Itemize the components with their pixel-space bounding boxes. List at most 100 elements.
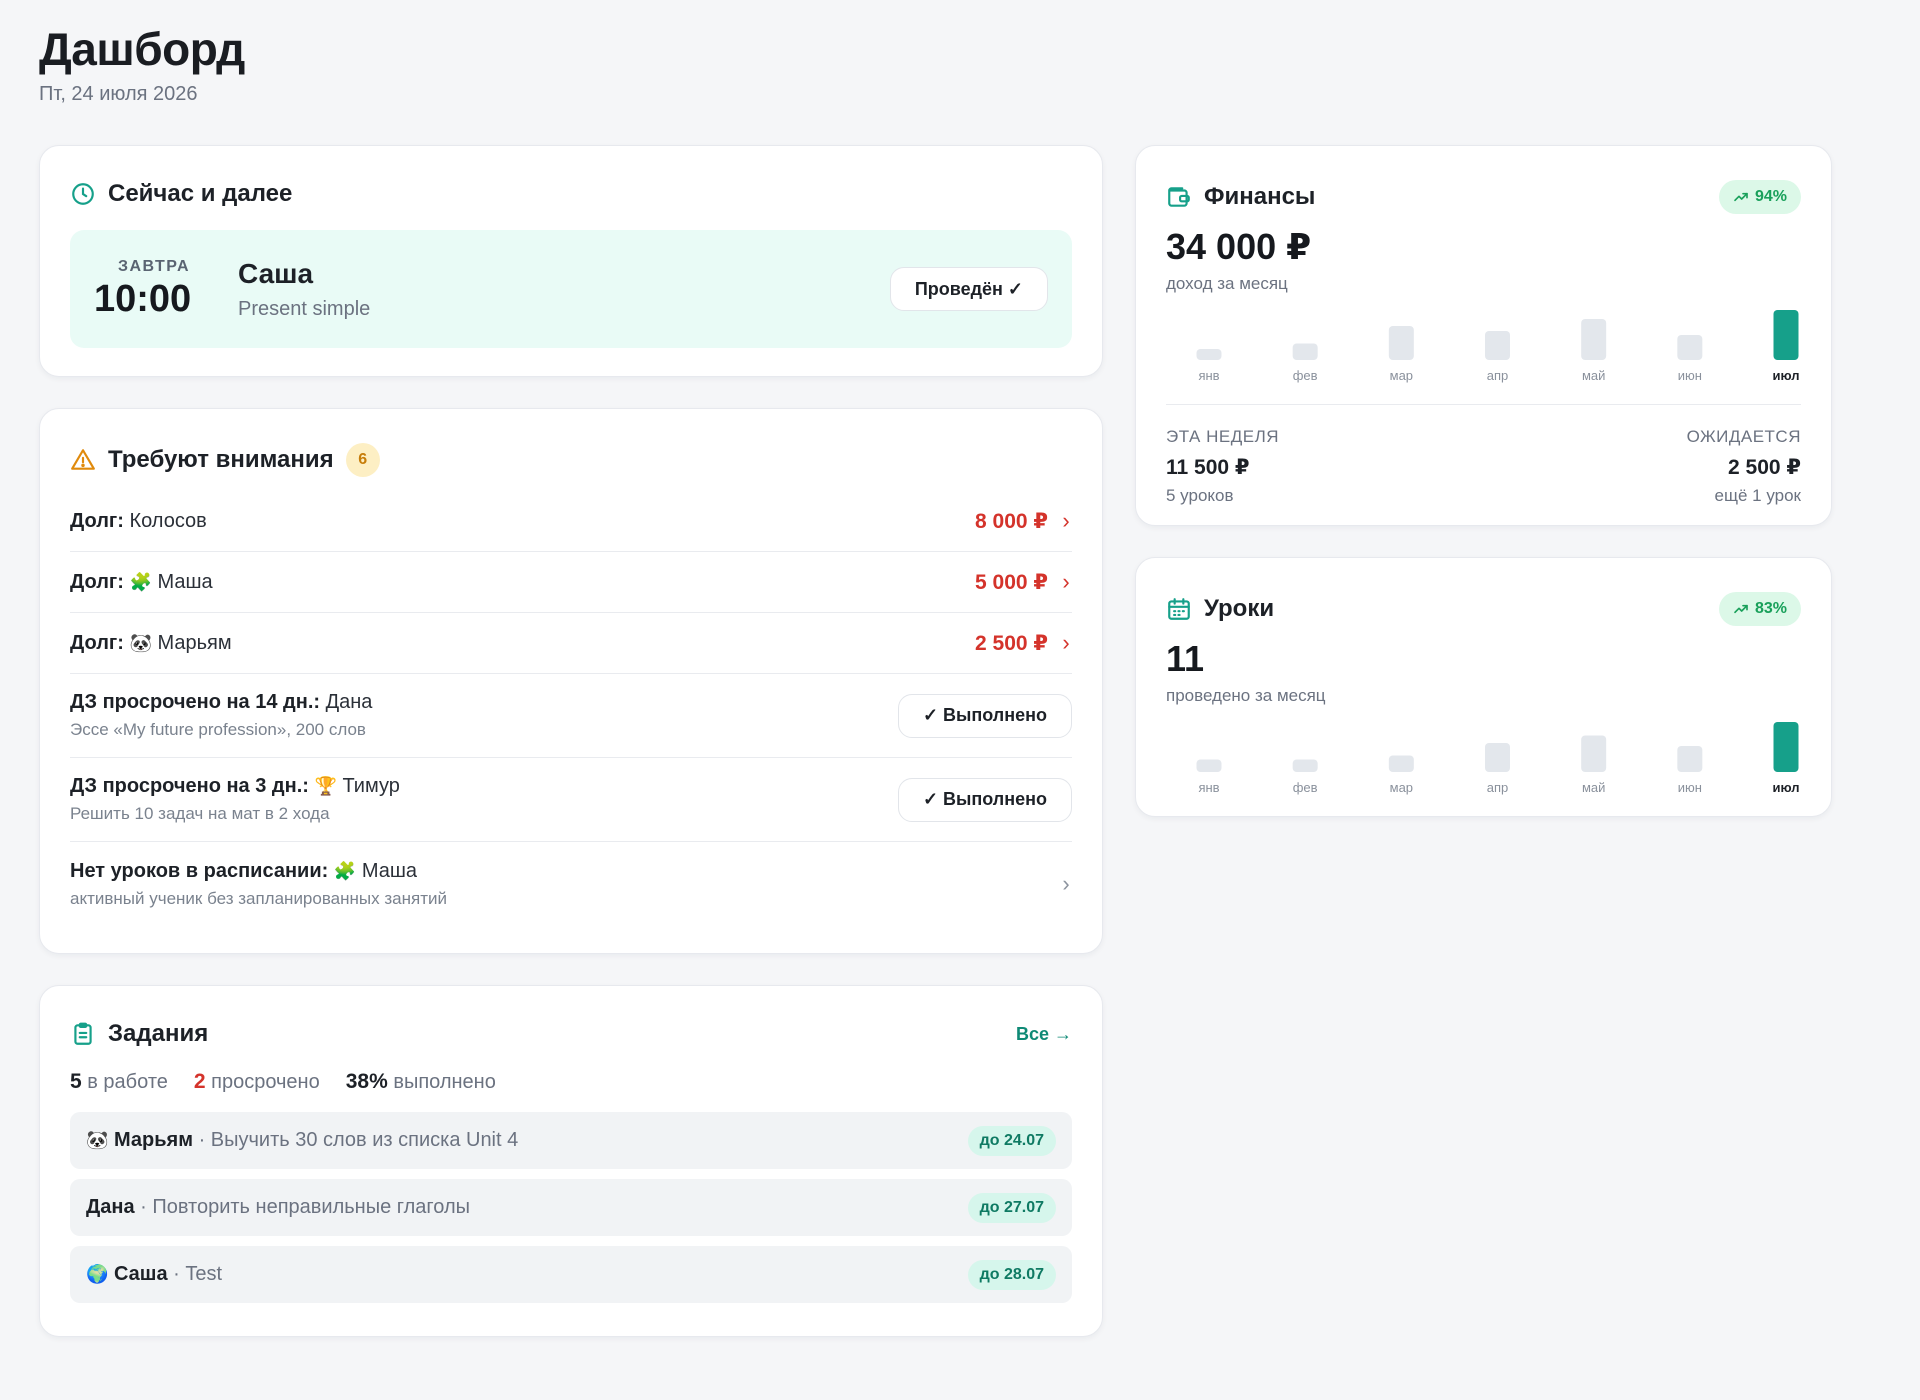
clipboard-icon bbox=[70, 1021, 96, 1047]
task-stat-completed: 38% выполнено bbox=[346, 1070, 496, 1094]
attention-card-title: Требуют внимания bbox=[108, 446, 334, 473]
finance-tick-label: май bbox=[1582, 368, 1605, 383]
attention-item-name: Марьям bbox=[157, 631, 232, 654]
task-student: Марьям bbox=[113, 1129, 193, 1151]
attention-card: Требуют внимания 6 Долг: Колосов 8 000 ₽… bbox=[39, 408, 1103, 954]
finance-card-title: Финансы bbox=[1204, 183, 1316, 210]
lessons-trend-badge: 83% bbox=[1718, 592, 1801, 626]
task-item[interactable]: 🐼 Марьям · Выучить 30 слов из списка Uni… bbox=[70, 1112, 1072, 1169]
task-due-badge: до 28.07 bbox=[967, 1259, 1056, 1290]
finance-bar-янв bbox=[1196, 349, 1222, 360]
attention-count-badge: 6 bbox=[345, 443, 380, 477]
chevron-right-icon[interactable]: › bbox=[1060, 871, 1072, 897]
page-header: Дашборд Пт, 24 июля 2026 bbox=[39, 24, 245, 106]
finance-bar-chart: янв фев мар апр май июн июл bbox=[1196, 310, 1800, 383]
task-description: · Test bbox=[173, 1263, 223, 1285]
finance-bar-фев bbox=[1292, 343, 1318, 360]
now-card-title: Сейчас и далее bbox=[108, 180, 293, 207]
trending-up-icon bbox=[1733, 189, 1749, 205]
finance-sub: доход за месяц bbox=[1166, 274, 1288, 293]
lessons-bar-июн bbox=[1677, 746, 1703, 772]
finance-value: 34 000 ₽ bbox=[1166, 226, 1312, 267]
task-item[interactable]: Дана · Повторить неправильные глаголы до… bbox=[70, 1179, 1072, 1236]
chevron-right-icon[interactable]: › bbox=[1060, 569, 1072, 595]
attention-item-label: Нет уроков в расписании: bbox=[70, 859, 329, 882]
tasks-all-link[interactable]: Все → bbox=[1016, 1024, 1072, 1045]
puzzle-icon: 🧩 bbox=[333, 860, 357, 881]
finance-week-value: 11 500 ₽ bbox=[1166, 456, 1250, 479]
clock-icon bbox=[70, 181, 96, 207]
panda-icon: 🐼 bbox=[129, 632, 152, 653]
lessons-card-title: Уроки bbox=[1204, 595, 1275, 622]
mark-completed-button[interactable]: ✓ Выполнено bbox=[897, 693, 1072, 738]
task-student: Дана bbox=[86, 1196, 135, 1218]
finance-tick-label: июн bbox=[1678, 368, 1702, 383]
attention-item-body: ДЗ просрочено на 14 дн.: Дана Эссе «My f… bbox=[70, 691, 372, 740]
finance-week-label: ЭТА НЕДЕЛЯ bbox=[1166, 427, 1280, 446]
finance-tick-label: июл bbox=[1772, 368, 1799, 383]
tasks-card: Задания Все → 5 в работе 2 просрочено 38… bbox=[39, 985, 1103, 1337]
attention-item-sub: активный ученик без запланированных заня… bbox=[70, 888, 447, 908]
mark-done-button[interactable]: Проведён ✓ bbox=[889, 267, 1048, 311]
attention-item-text: ДЗ просрочено на 3 дн.: 🏆 Тимур bbox=[70, 775, 400, 798]
chevron-right-icon[interactable]: › bbox=[1060, 508, 1072, 534]
lessons-bar-май bbox=[1581, 735, 1607, 772]
tasks-card-title: Задания bbox=[108, 1020, 209, 1047]
task-item-text: Дана · Повторить неправильные глаголы bbox=[86, 1196, 470, 1219]
attention-item-text: Нет уроков в расписании: 🧩 Маша bbox=[70, 860, 447, 883]
attention-item-sub: Решить 10 задач на мат в 2 хода bbox=[70, 804, 330, 823]
next-lesson-topic: Present simple bbox=[238, 297, 371, 320]
finance-tick-label: фев bbox=[1293, 368, 1318, 383]
task-list: 🐼 Марьям · Выучить 30 слов из списка Uni… bbox=[70, 1112, 1072, 1303]
task-item[interactable]: 🌍 Саша · Test до 28.07 bbox=[70, 1246, 1072, 1303]
lessons-tick-label: май bbox=[1582, 780, 1605, 795]
attention-item-sub: Эссе «My future profession», 200 слов bbox=[70, 720, 366, 739]
lessons-bar-апр bbox=[1485, 743, 1510, 772]
panda-icon: 🐼 bbox=[86, 1130, 109, 1150]
lessons-tick-label: янв bbox=[1198, 780, 1219, 795]
attention-item-name: Тимур bbox=[342, 775, 400, 797]
mark-completed-button[interactable]: ✓ Выполнено bbox=[897, 777, 1072, 822]
puzzle-icon: 🧩 bbox=[129, 571, 152, 592]
task-due-badge: до 24.07 bbox=[967, 1125, 1056, 1156]
globe-icon: 🌍 bbox=[86, 1264, 109, 1284]
attention-item-debt[interactable]: Долг: 🧩 Маша 5 000 ₽ › bbox=[70, 552, 1072, 613]
now-card-header: Сейчас и далее bbox=[70, 180, 1072, 208]
attention-item-name: Маша bbox=[361, 859, 418, 882]
task-due-badge: до 27.07 bbox=[967, 1192, 1056, 1223]
finance-expected-label: ОЖИДАЕТСЯ bbox=[1686, 427, 1801, 446]
next-lesson-time-block: ЗАВТРА 10:00 bbox=[94, 258, 214, 321]
attention-item-text: Долг: Колосов bbox=[70, 510, 207, 533]
attention-item-body: Нет уроков в расписании: 🧩 Маша активный… bbox=[70, 860, 447, 909]
attention-item-name: Маша bbox=[157, 570, 213, 593]
attention-item-debt[interactable]: Долг: 🐼 Марьям 2 500 ₽ › bbox=[70, 613, 1072, 674]
next-lesson[interactable]: ЗАВТРА 10:00 Саша Present simple Проведё… bbox=[70, 230, 1072, 348]
lessons-trend-value: 83% bbox=[1754, 600, 1787, 617]
attention-card-header: Требуют внимания 6 bbox=[70, 443, 1072, 477]
tasks-title-group: Задания bbox=[70, 1020, 208, 1048]
lessons-bar-мар bbox=[1388, 755, 1414, 772]
next-lesson-student: Саша bbox=[238, 257, 314, 289]
finance-tick-label: апр bbox=[1487, 368, 1509, 383]
finance-tick-label: янв bbox=[1198, 368, 1219, 383]
attention-item-overdue-homework: ДЗ просрочено на 14 дн.: Дана Эссе «My f… bbox=[70, 674, 1072, 758]
lessons-tick-label: фев bbox=[1293, 780, 1318, 795]
chevron-right-icon[interactable]: › bbox=[1060, 630, 1072, 656]
attention-item-right: 2 500 ₽ › bbox=[975, 630, 1072, 656]
finance-footer: ЭТА НЕДЕЛЯ 11 500 ₽ 5 уроков ОЖИДАЕТСЯ 2… bbox=[1166, 404, 1801, 506]
finance-trend-value: 94% bbox=[1754, 188, 1787, 205]
debt-amount: 5 000 ₽ bbox=[975, 570, 1048, 594]
attention-item-text: Долг: 🧩 Маша bbox=[70, 571, 213, 594]
finance-bar-апр bbox=[1485, 331, 1510, 360]
lessons-bar-июл bbox=[1773, 722, 1799, 772]
attention-item-no-lessons[interactable]: Нет уроков в расписании: 🧩 Маша активный… bbox=[70, 842, 1072, 926]
attention-item-right: 5 000 ₽ › bbox=[975, 569, 1072, 595]
calendar-icon bbox=[1166, 596, 1192, 622]
trophy-icon: 🏆 bbox=[314, 776, 337, 796]
attention-item-name: Колосов bbox=[129, 509, 207, 532]
lessons-tick-label: июл bbox=[1772, 780, 1799, 795]
finance-bar-июн bbox=[1677, 335, 1703, 360]
lessons-card-header: Уроки 83% bbox=[1166, 592, 1801, 626]
attention-item-debt[interactable]: Долг: Колосов 8 000 ₽ › bbox=[70, 491, 1072, 552]
attention-item-text: ДЗ просрочено на 14 дн.: Дана bbox=[70, 691, 372, 714]
